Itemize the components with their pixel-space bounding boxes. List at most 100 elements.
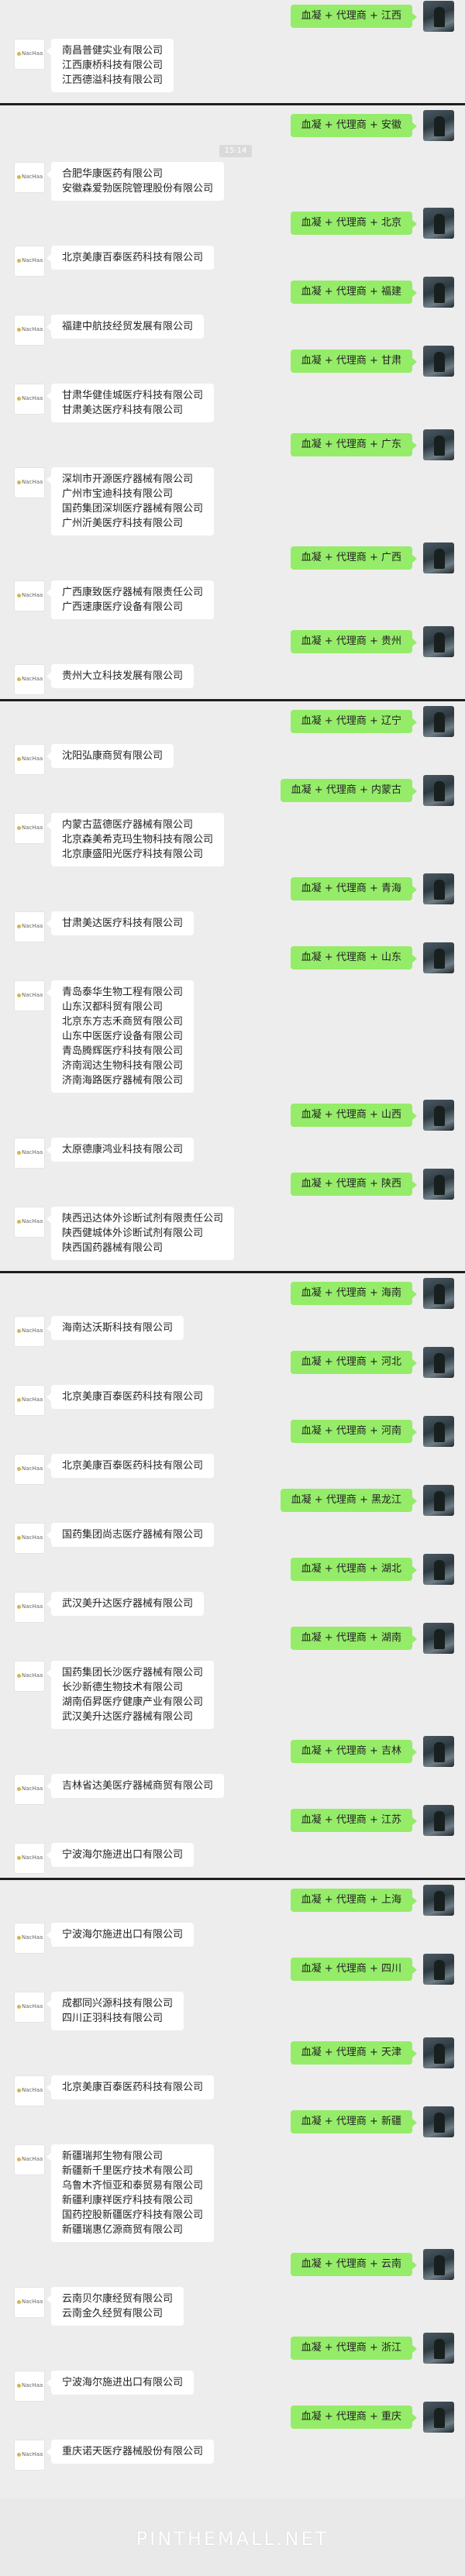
outgoing-message-bubble[interactable]: 血凝 + 代理商 + 内蒙古 (280, 779, 418, 802)
contact-avatar[interactable]: NacHaa (14, 315, 45, 346)
contact-avatar[interactable]: NacHaa (14, 39, 45, 70)
contact-avatar[interactable]: NacHaa (14, 580, 45, 611)
user-avatar[interactable] (423, 1416, 454, 1447)
incoming-message-bubble[interactable]: 海南达沃斯科技有限公司 (46, 1316, 184, 1340)
user-avatar[interactable] (423, 542, 454, 573)
incoming-message-bubble[interactable]: 国药集团长沙医疗器械有限公司 长沙新德生物技术有限公司 湖南佰昇医疗健康产业有限公司… (46, 1661, 215, 1729)
contact-avatar[interactable]: NacHaa (14, 2440, 45, 2471)
contact-avatar[interactable]: NacHaa (14, 2075, 45, 2106)
incoming-message-bubble[interactable]: 内蒙古蓝德医疗器械有限公司 北京森美希克玛生物科技有限公司 北京康盛阳光医疗科技有限… (46, 813, 225, 866)
incoming-message-bubble[interactable]: 贵州大立科技发展有限公司 (46, 664, 195, 688)
incoming-message-bubble[interactable]: 吉林省达美医疗器械商贸有限公司 (46, 1774, 225, 1798)
user-avatar[interactable] (423, 626, 454, 657)
contact-avatar[interactable]: NacHaa (14, 1843, 45, 1874)
outgoing-message-bubble[interactable]: 血凝 + 代理商 + 四川 (290, 1958, 418, 1981)
outgoing-message-bubble[interactable]: 血凝 + 代理商 + 广东 (290, 433, 418, 456)
user-avatar[interactable] (423, 1885, 454, 1916)
outgoing-message-bubble[interactable]: 血凝 + 代理商 + 新疆 (290, 2110, 418, 2133)
contact-avatar[interactable]: NacHaa (14, 384, 45, 415)
outgoing-message-bubble[interactable]: 血凝 + 代理商 + 河北 (290, 1351, 418, 1374)
outgoing-message-bubble[interactable]: 血凝 + 代理商 + 陕西 (290, 1173, 418, 1196)
incoming-message-bubble[interactable]: 宁波海尔施进出口有限公司 (46, 2371, 195, 2395)
contact-avatar[interactable]: NacHaa (14, 1207, 45, 1238)
contact-avatar[interactable]: NacHaa (14, 2144, 45, 2175)
incoming-message-bubble[interactable]: 广西康致医疗器械有限责任公司 广西速康医疗设备有限公司 (46, 580, 215, 619)
incoming-message-bubble[interactable]: 甘肃华健佳城医疗科技有限公司 甘肃美达医疗科技有限公司 (46, 384, 215, 422)
incoming-message-bubble[interactable]: 深圳市开源医疗器械有限公司 广州市宝迪科技有限公司 国药集团深圳医疗器械有限公司 广州… (46, 467, 215, 536)
user-avatar[interactable] (423, 1805, 454, 1836)
outgoing-message-bubble[interactable]: 血凝 + 代理商 + 黑龙江 (280, 1489, 418, 1512)
contact-avatar[interactable]: NacHaa (14, 1992, 45, 2023)
contact-avatar[interactable]: NacHaa (14, 246, 45, 277)
user-avatar[interactable] (423, 2249, 454, 2280)
contact-avatar[interactable]: NacHaa (14, 1138, 45, 1169)
incoming-message-bubble[interactable]: 宁波海尔施进出口有限公司 (46, 1923, 195, 1947)
user-avatar[interactable] (423, 1347, 454, 1378)
user-avatar[interactable] (423, 1278, 454, 1309)
contact-avatar[interactable]: NacHaa (14, 1923, 45, 1954)
user-avatar[interactable] (423, 1485, 454, 1516)
user-avatar[interactable] (423, 2333, 454, 2364)
incoming-message-bubble[interactable]: 北京美康百泰医药科技有限公司 (46, 246, 215, 270)
outgoing-message-bubble[interactable]: 血凝 + 代理商 + 湖北 (290, 1558, 418, 1581)
outgoing-message-bubble[interactable]: 血凝 + 代理商 + 广西 (290, 546, 418, 570)
contact-avatar[interactable]: NacHaa (14, 2371, 45, 2402)
contact-avatar[interactable]: NacHaa (14, 1385, 45, 1416)
incoming-message-bubble[interactable]: 武汉美升达医疗器械有限公司 (46, 1592, 205, 1616)
outgoing-message-bubble[interactable]: 血凝 + 代理商 + 河南 (290, 1420, 418, 1443)
contact-avatar[interactable]: NacHaa (14, 911, 45, 942)
incoming-message-bubble[interactable]: 北京美康百泰医药科技有限公司 (46, 2075, 215, 2099)
contact-avatar[interactable]: NacHaa (14, 1592, 45, 1623)
incoming-message-bubble[interactable]: 成都同兴源科技有限公司 四川正羽科技有限公司 (46, 1992, 184, 2030)
incoming-message-bubble[interactable]: 北京美康百泰医药科技有限公司 (46, 1454, 215, 1478)
user-avatar[interactable] (423, 208, 454, 239)
user-avatar[interactable] (423, 706, 454, 737)
outgoing-message-bubble[interactable]: 血凝 + 代理商 + 重庆 (290, 2406, 418, 2429)
user-avatar[interactable] (423, 110, 454, 141)
user-avatar[interactable] (423, 1554, 454, 1585)
outgoing-message-bubble[interactable]: 血凝 + 代理商 + 山东 (290, 946, 418, 969)
incoming-message-bubble[interactable]: 陕西迅达体外诊断试剂有限责任公司 陕西健城体外诊断试剂有限公司 陕西国药器械有限公司 (46, 1207, 235, 1260)
outgoing-message-bubble[interactable]: 血凝 + 代理商 + 贵州 (290, 630, 418, 653)
contact-avatar[interactable]: NacHaa (14, 1774, 45, 1805)
incoming-message-bubble[interactable]: 青岛泰华生物工程有限公司 山东汉都科贸有限公司 北京东方志禾商贸有限公司 山东中医医疗… (46, 980, 195, 1093)
user-avatar[interactable] (423, 277, 454, 308)
outgoing-message-bubble[interactable]: 血凝 + 代理商 + 湖南 (290, 1627, 418, 1650)
outgoing-message-bubble[interactable]: 血凝 + 代理商 + 天津 (290, 2041, 418, 2065)
user-avatar[interactable] (423, 942, 454, 973)
user-avatar[interactable] (423, 1736, 454, 1767)
outgoing-message-bubble[interactable]: 血凝 + 代理商 + 山西 (290, 1104, 418, 1127)
user-avatar[interactable] (423, 1623, 454, 1654)
incoming-message-bubble[interactable]: 甘肃美达医疗科技有限公司 (46, 911, 195, 935)
contact-avatar[interactable]: NacHaa (14, 813, 45, 844)
incoming-message-bubble[interactable]: 重庆诺天医疗器械股份有限公司 (46, 2440, 215, 2464)
outgoing-message-bubble[interactable]: 血凝 + 代理商 + 甘肃 (290, 350, 418, 373)
incoming-message-bubble[interactable]: 北京美康百泰医药科技有限公司 (46, 1385, 215, 1409)
user-avatar[interactable] (423, 775, 454, 806)
outgoing-message-bubble[interactable]: 血凝 + 代理商 + 上海 (290, 1889, 418, 1912)
user-avatar[interactable] (423, 2037, 454, 2068)
user-avatar[interactable] (423, 346, 454, 377)
user-avatar[interactable] (423, 1, 454, 32)
incoming-message-bubble[interactable]: 宁波海尔施进出口有限公司 (46, 1843, 195, 1867)
contact-avatar[interactable]: NacHaa (14, 1454, 45, 1485)
contact-avatar[interactable]: NacHaa (14, 744, 45, 775)
incoming-message-bubble[interactable]: 合肥华康医药有限公司 安徽森爱勃医院管理股份有限公司 (46, 162, 225, 201)
contact-avatar[interactable]: NacHaa (14, 1523, 45, 1554)
outgoing-message-bubble[interactable]: 血凝 + 代理商 + 浙江 (290, 2337, 418, 2360)
contact-avatar[interactable]: NacHaa (14, 2287, 45, 2318)
outgoing-message-bubble[interactable]: 血凝 + 代理商 + 福建 (290, 281, 418, 304)
outgoing-message-bubble[interactable]: 血凝 + 代理商 + 吉林 (290, 1740, 418, 1763)
contact-avatar[interactable]: NacHaa (14, 162, 45, 193)
outgoing-message-bubble[interactable]: 血凝 + 代理商 + 江苏 (290, 1809, 418, 1832)
incoming-message-bubble[interactable]: 国药集团尚志医疗器械有限公司 (46, 1523, 215, 1547)
incoming-message-bubble[interactable]: 太原德康鸿业科技有限公司 (46, 1138, 195, 1162)
outgoing-message-bubble[interactable]: 血凝 + 代理商 + 辽宁 (290, 710, 418, 733)
contact-avatar[interactable]: NacHaa (14, 467, 45, 498)
user-avatar[interactable] (423, 1954, 454, 1985)
outgoing-message-bubble[interactable]: 血凝 + 代理商 + 江西 (290, 5, 418, 28)
outgoing-message-bubble[interactable]: 血凝 + 代理商 + 海南 (290, 1282, 418, 1305)
user-avatar[interactable] (423, 873, 454, 904)
user-avatar[interactable] (423, 1169, 454, 1200)
outgoing-message-bubble[interactable]: 血凝 + 代理商 + 青海 (290, 877, 418, 901)
